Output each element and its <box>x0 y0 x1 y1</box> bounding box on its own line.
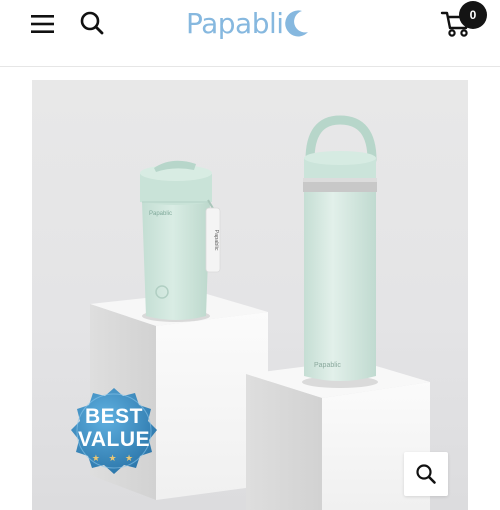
crescent-moon-icon <box>284 10 308 37</box>
cart-count-badge: 0 <box>459 1 487 29</box>
hamburger-menu-icon[interactable] <box>30 13 56 35</box>
badge-line-value: VALUE <box>77 428 151 451</box>
best-value-badge: BEST VALUE ★ ★ ★ <box>66 384 162 480</box>
search-icon[interactable] <box>79 10 105 36</box>
zoom-button[interactable] <box>404 452 448 496</box>
badge-stars: ★ ★ ★ <box>91 453 137 463</box>
tumbler-brand-print: Papablic <box>149 211 172 217</box>
bottle-brand-print: Papablic <box>314 362 341 369</box>
water-bottle: Papablic <box>302 115 378 388</box>
zoom-icon <box>416 464 436 484</box>
brand-name: Papabli <box>186 6 284 40</box>
brand-logo[interactable]: Papabli <box>186 3 312 43</box>
site-header: Papabli 0 <box>0 0 500 67</box>
tumbler-tag-print: Papablic <box>213 229 219 250</box>
badge-line-best: BEST <box>84 405 143 428</box>
